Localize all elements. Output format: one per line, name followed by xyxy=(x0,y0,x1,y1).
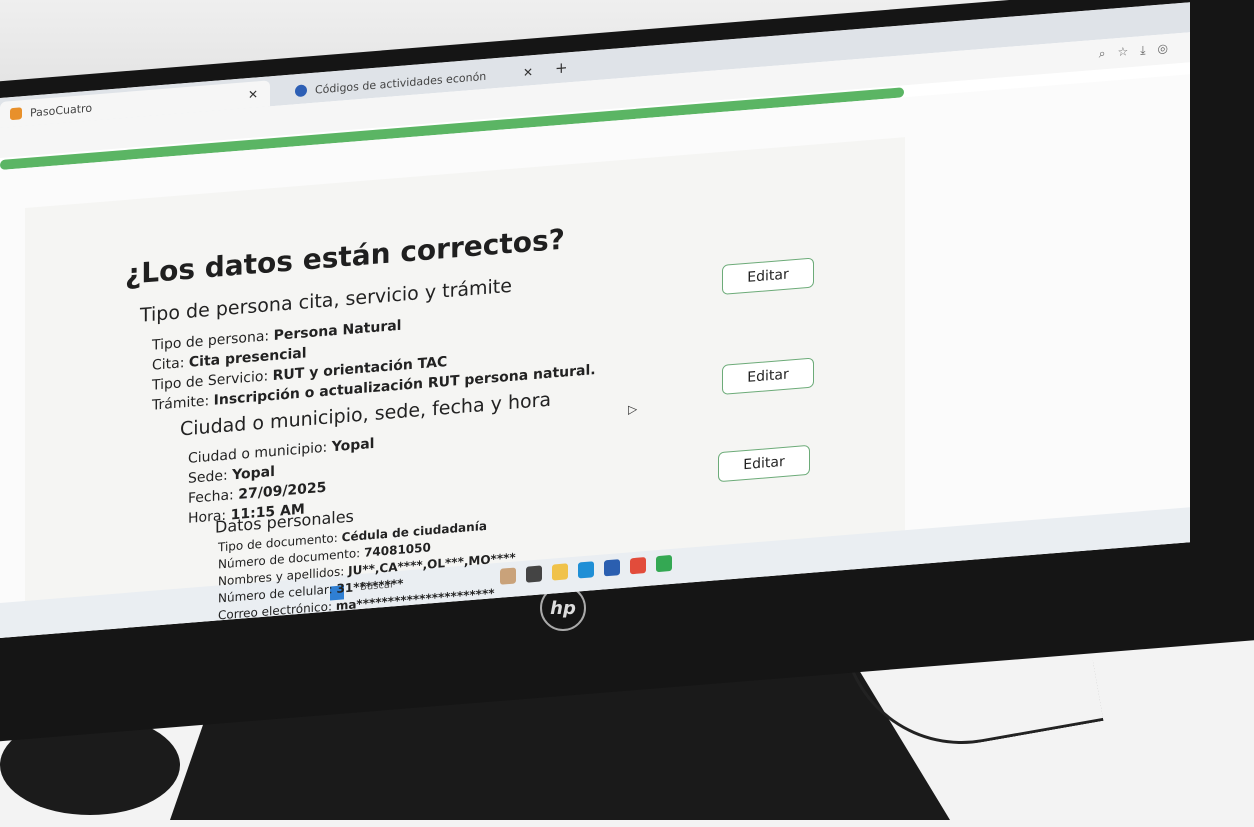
app-icon[interactable] xyxy=(552,563,568,581)
favicon-icon xyxy=(10,107,22,121)
close-icon[interactable]: ✕ xyxy=(248,87,258,102)
app-icon[interactable] xyxy=(656,554,672,573)
new-tab-button[interactable]: + xyxy=(555,58,568,77)
star-icon[interactable]: ☆ xyxy=(1117,43,1140,59)
app-icon[interactable] xyxy=(578,561,594,579)
monitor-screen: PasoCuatro ✕ Códigos de actividades econ… xyxy=(0,2,1190,638)
toolbar-icons: ⌕☆⤓◎ xyxy=(1099,40,1180,62)
search-icon[interactable]: ⌕ xyxy=(1099,45,1118,61)
download-icon[interactable]: ⤓ xyxy=(1140,42,1157,57)
app-icon[interactable] xyxy=(500,567,516,585)
favicon-icon xyxy=(295,84,307,98)
extensions-icon[interactable]: ◎ xyxy=(1158,40,1180,56)
close-icon[interactable]: ✕ xyxy=(523,65,533,80)
mouse-cursor-icon: ▷ xyxy=(628,401,638,417)
app-icon[interactable] xyxy=(604,559,620,577)
tab-label: PasoCuatro xyxy=(30,101,93,120)
app-icon[interactable] xyxy=(526,565,542,583)
app-icon[interactable] xyxy=(630,557,646,575)
